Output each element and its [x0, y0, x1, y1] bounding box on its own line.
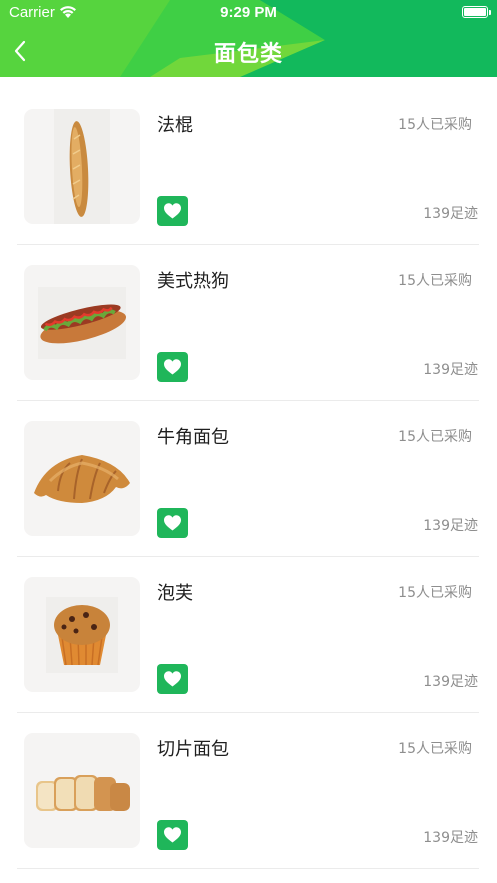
product-image-croissant — [24, 421, 140, 536]
buyers-count: 15人已采购 — [398, 273, 472, 289]
buyers-count: 15人已采购 — [398, 429, 472, 445]
views-count: 139足迹 — [423, 830, 478, 846]
favorite-button[interactable] — [157, 352, 188, 382]
views-count: 139足迹 — [423, 518, 478, 534]
heart-icon — [164, 671, 181, 687]
buyers-count: 15人已采购 — [398, 585, 472, 601]
favorite-button[interactable] — [157, 196, 188, 226]
list-item[interactable]: 牛角面包 15人已采购 139足迹 — [0, 401, 497, 557]
page-title: 面包类 — [213, 42, 283, 67]
buyers-count: 15人已采购 — [398, 741, 472, 757]
product-name: 牛角面包 — [157, 427, 229, 448]
views-count: 139足迹 — [423, 206, 478, 222]
product-image-sliced-bread — [24, 733, 140, 848]
list-item[interactable]: 美式热狗 15人已采购 139足迹 — [0, 245, 497, 401]
list-item[interactable]: 法棍 15人已采购 139足迹 — [0, 89, 497, 245]
nav-header: Carrier 9:29 PM 面包类 — [0, 0, 497, 77]
product-name: 切片面包 — [157, 739, 229, 760]
views-count: 139足迹 — [423, 674, 478, 690]
product-name: 泡芙 — [157, 583, 193, 604]
product-image-muffin — [24, 577, 140, 692]
status-time: 9:29 PM — [220, 4, 277, 21]
product-name: 法棍 — [157, 115, 193, 136]
product-image-hotdog — [24, 265, 140, 380]
heart-icon — [164, 827, 181, 843]
list-item[interactable]: 切片面包 15人已采购 139足迹 — [0, 713, 497, 869]
product-list: 法棍 15人已采购 139足迹 美式热狗 15人已采购 139足迹 牛角面包 1… — [0, 89, 497, 869]
buyers-count: 15人已采购 — [398, 117, 472, 133]
favorite-button[interactable] — [157, 508, 188, 538]
divider — [17, 868, 479, 869]
heart-icon — [164, 515, 181, 531]
heart-icon — [164, 203, 181, 219]
battery-cap — [489, 10, 491, 15]
views-count: 139足迹 — [423, 362, 478, 378]
favorite-button[interactable] — [157, 664, 188, 694]
list-item[interactable]: 泡芙 15人已采购 139足迹 — [0, 557, 497, 713]
heart-icon — [164, 359, 181, 375]
product-name: 美式热狗 — [157, 271, 229, 292]
status-bar: Carrier 9:29 PM — [0, 0, 497, 26]
product-image-baguette — [24, 109, 140, 224]
favorite-button[interactable] — [157, 820, 188, 850]
battery-icon — [462, 6, 488, 18]
